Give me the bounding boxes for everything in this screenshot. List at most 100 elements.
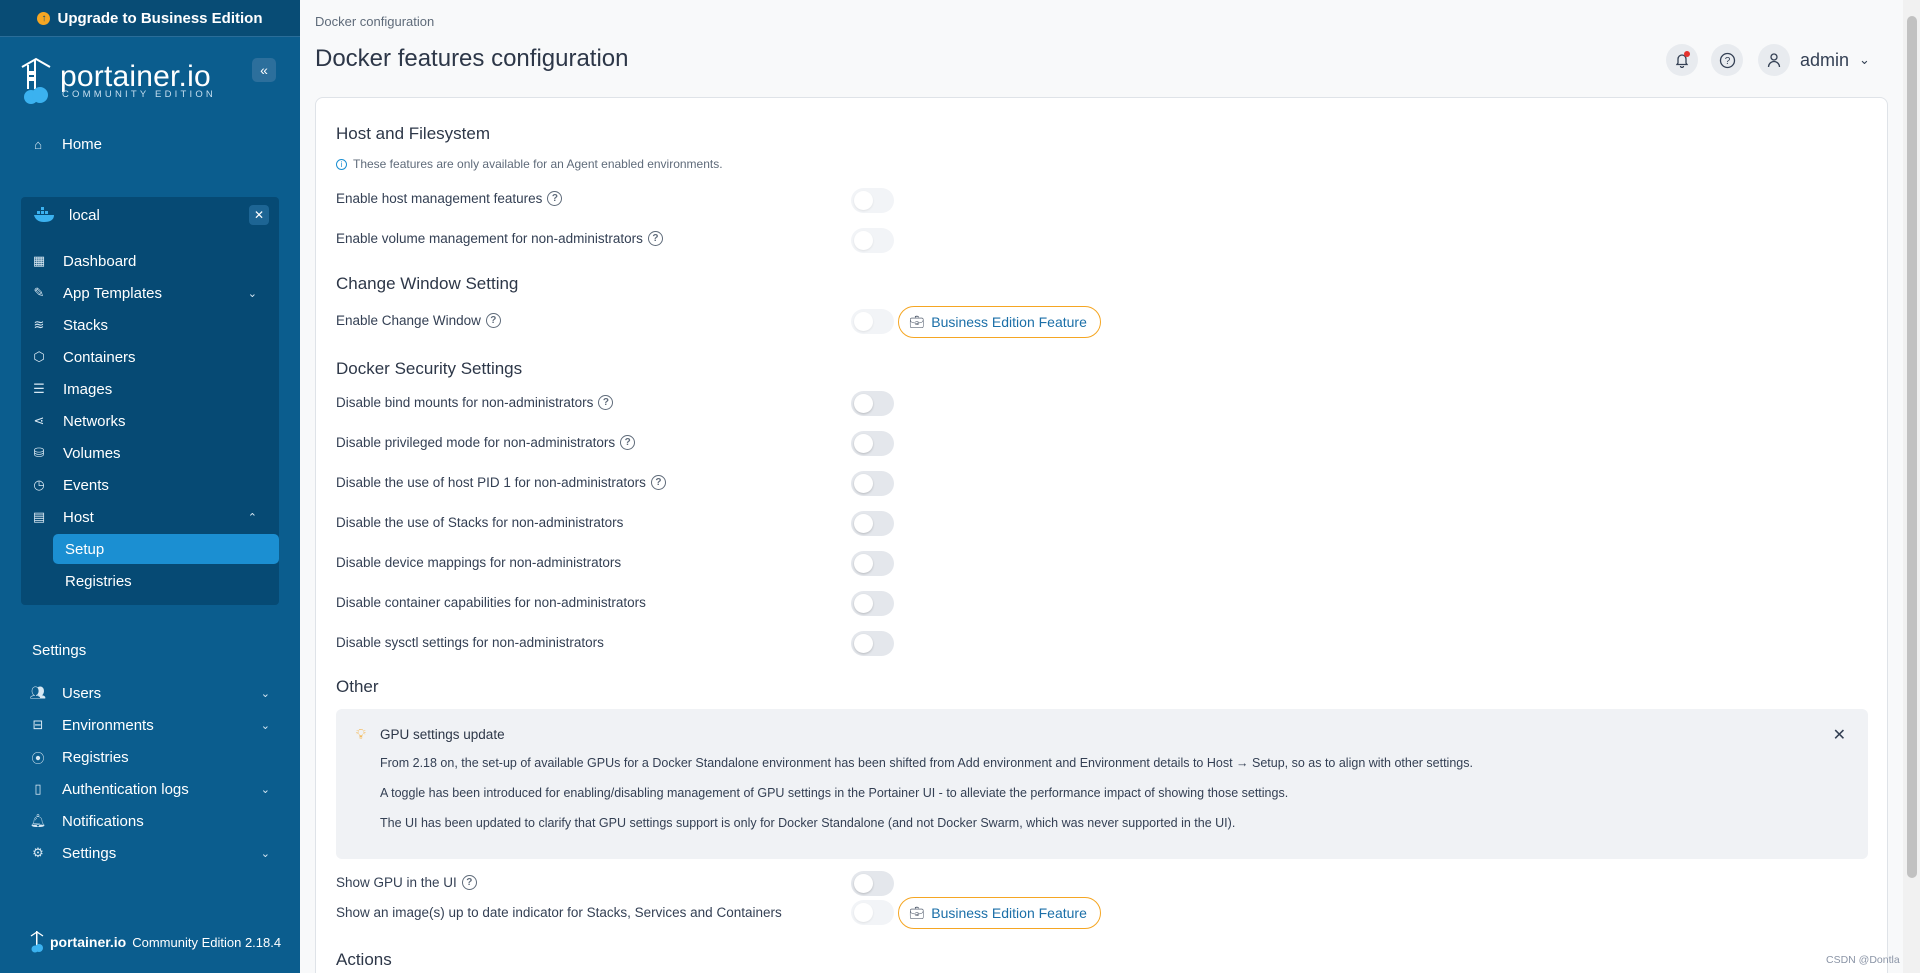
page-scrollbar[interactable] [1903,0,1920,973]
business-edition-badge[interactable]: 💼︎ Business Edition Feature [898,306,1101,338]
lightbulb-icon: 💡︎ [356,726,366,742]
scrollbar-thumb[interactable] [1907,16,1917,878]
breadcrumb[interactable]: Docker configuration [315,14,434,29]
sidebar-item-label: Registries [65,572,132,590]
toggle-stacks[interactable] [851,511,894,536]
chevron-down-icon: ⌄ [260,847,270,860]
toggle-change-window[interactable] [851,309,894,334]
sidebar-item-events[interactable]: ◷ Events [31,472,269,498]
toggle-knob [854,312,873,331]
info-icon: i [336,158,347,170]
toggle-sysctl[interactable] [851,631,894,656]
clock-icon: ◷ [33,477,45,492]
sidebar-item-volumes[interactable]: ⛁ Volumes [31,440,269,466]
section-title-host-filesystem: Host and Filesystem [336,124,490,143]
sidebar-item-users[interactable]: 👥︎ Users ⌄ [30,680,270,706]
sidebar-item-label: Authentication logs [62,780,189,798]
row-label-text: Show an image(s) up to date indicator fo… [336,905,782,920]
sidebar-item-settings[interactable]: ⚙ Settings ⌄ [30,840,270,866]
sidebar-item-label: Setup [65,540,105,558]
radio-icon: ⦿ [31,750,45,766]
sidebar-item-images[interactable]: ☰ Images [31,376,269,402]
badge-label: Business Edition Feature [931,314,1087,330]
agent-note: i These features are only available for … [336,157,723,171]
label-disable-host-pid: Disable the use of host PID 1 for non-ad… [336,475,666,490]
list-icon: ☰ [33,381,45,396]
sidebar-subitem-setup[interactable]: Setup [53,534,279,564]
section-title-other: Other [336,677,379,696]
docker-icon [34,207,54,222]
business-edition-badge[interactable]: 💼︎ Business Edition Feature [898,897,1101,929]
label-enable-host-management: Enable host management features ? [336,191,563,206]
sidebar-item-dashboard[interactable]: ▦ Dashboard [31,248,269,274]
sidebar-item-label: Containers [63,348,136,366]
label-disable-privileged-mode: Disable privileged mode for non-administ… [336,435,636,450]
help-icon[interactable]: ? [598,395,614,410]
help-icon[interactable]: ? [620,435,636,450]
share-icon: ⋖ [33,413,45,428]
sidebar-item-label: Networks [63,412,126,430]
toggle-knob [854,594,873,613]
sidebar-item-stacks[interactable]: ≋ Stacks [31,312,269,338]
sidebar-item-containers[interactable]: ⬡ Containers [31,344,269,370]
help-icon[interactable]: ? [650,475,666,490]
sidebar-item-label: Users [62,684,102,702]
sidebar-item-label: App Templates [63,284,162,302]
help-icon[interactable]: ? [461,875,477,890]
upgrade-label: Upgrade to Business Edition [57,9,263,27]
brand-logo[interactable]: portainer.io COMMUNITY EDITION [18,57,216,105]
chevron-down-icon: ⌄ [260,783,270,796]
toggle-knob [854,394,873,413]
upgrade-button[interactable]: ↑ Upgrade to Business Edition [0,0,300,37]
users-icon: 👥︎ [29,685,47,700]
toggle-knob [854,474,873,493]
collapse-sidebar-button[interactable]: « [252,58,276,82]
sidebar-item-app-templates[interactable]: ✎ App Templates ⌄ [31,280,269,306]
portainer-logo-icon [21,57,51,104]
close-environment-button[interactable]: ✕ [249,205,269,225]
help-icon[interactable]: ? [647,231,663,246]
alert-line: From 2.18 on, the set-up of available GP… [380,756,1473,770]
toggle-bind-mounts[interactable] [851,391,894,416]
gpu-settings-alert: 💡︎ GPU settings update From 2.18 on, the… [336,709,1868,859]
help-button[interactable]: ? [1711,44,1743,76]
row-label-text: Enable Change Window [336,313,481,328]
row-label-text: Disable container capabilities for non-a… [336,595,646,610]
row-label-text: Disable privileged mode for non-administ… [336,435,616,450]
user-menu[interactable]: admin ⌄ [1758,44,1870,76]
section-title-docker-security: Docker Security Settings [336,359,523,378]
label-disable-container-capabilities: Disable container capabilities for non-a… [336,595,646,610]
toggle-knob [854,903,873,922]
sidebar-item-authentication-logs[interactable]: ▯ Authentication logs ⌄ [30,776,270,802]
sidebar-item-home[interactable]: ⌂ Home [30,131,102,157]
toggle-host-management[interactable] [851,188,894,213]
toggle-device-mappings[interactable] [851,551,894,576]
toggle-volume-management[interactable] [851,228,894,253]
toggle-image-indicator[interactable] [851,900,894,925]
sidebar-item-host[interactable]: ▤ Host ⌃ [31,504,269,530]
sidebar-subitem-registries[interactable]: Registries [53,566,279,596]
toggle-host-pid[interactable] [851,471,894,496]
sidebar-item-notifications[interactable]: 🔔︎ Notifications [30,808,270,834]
footer-version: Community Edition 2.18.4 [132,934,282,950]
layers-icon: ≋ [33,317,45,332]
username: admin [1800,49,1850,70]
footer-brand-name: portainer.io [50,934,127,950]
hard-drive-icon: ⊟ [32,717,44,732]
help-icon[interactable]: ? [547,191,563,206]
sidebar-item-environments[interactable]: ⊟ Environments ⌄ [30,712,270,738]
toggle-container-capabilities[interactable] [851,591,894,616]
notifications-button[interactable] [1666,44,1698,76]
sidebar-item-label: Images [63,380,113,398]
section-title-actions: Actions [336,950,392,969]
toggle-privileged-mode[interactable] [851,431,894,456]
close-icon[interactable]: ✕ [1833,725,1846,745]
sidebar-item-networks[interactable]: ⋖ Networks [31,408,269,434]
toggle-show-gpu[interactable] [851,871,894,896]
label-enable-volume-management: Enable volume management for non-adminis… [336,231,663,246]
sidebar-item-label: Volumes [63,444,121,462]
chevron-up-icon: ⌃ [247,511,257,524]
note-text: These features are only available for an… [353,157,723,171]
sidebar-item-registries[interactable]: ⦿ Registries [30,744,270,770]
help-icon[interactable]: ? [485,313,501,328]
